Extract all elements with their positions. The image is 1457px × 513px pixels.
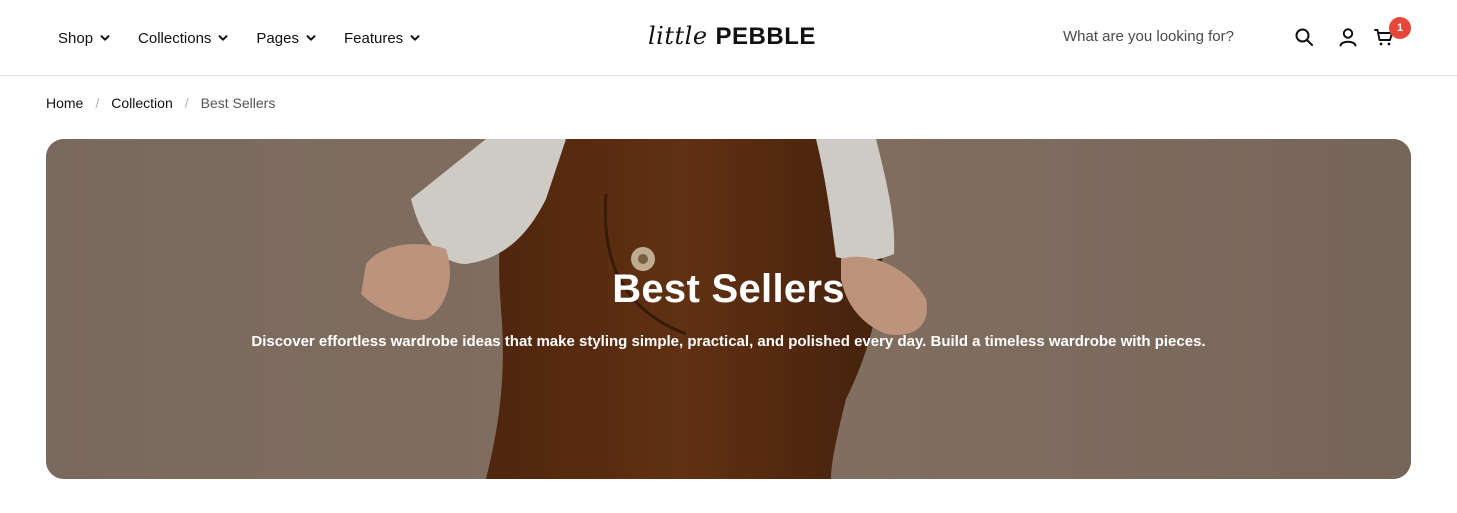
cart-count-badge: 1: [1389, 17, 1411, 39]
nav-item-collections[interactable]: Collections: [138, 30, 228, 47]
main-nav: Shop Collections Pages Features: [58, 0, 448, 76]
nav-item-features[interactable]: Features: [344, 30, 420, 47]
hero-title: Best Sellers: [612, 267, 845, 311]
site-logo[interactable]: little PEBBLE: [648, 22, 816, 54]
nav-label: Pages: [256, 29, 299, 47]
search-input[interactable]: What are you looking for?: [1063, 28, 1234, 45]
nav-item-shop[interactable]: Shop: [58, 30, 110, 47]
site-header: Shop Collections Pages Features little P: [0, 0, 1457, 76]
nav-label: Shop: [58, 29, 94, 47]
breadcrumb-current: Best Sellers: [200, 95, 276, 111]
nav-label: Features: [343, 29, 404, 47]
account-icon[interactable]: [1337, 26, 1359, 48]
breadcrumb-home[interactable]: Home: [46, 95, 83, 111]
nav-item-pages[interactable]: Pages: [256, 30, 316, 47]
chevron-down-icon: [218, 33, 228, 43]
logo-bold-text: PEBBLE: [715, 23, 816, 50]
chevron-down-icon: [306, 33, 316, 43]
breadcrumb-separator: /: [95, 95, 100, 111]
hero-banner: Best Sellers Discover effortless wardrob…: [46, 139, 1411, 479]
breadcrumb: Home / Collection / Best Sellers: [46, 95, 275, 111]
nav-label: Collections: [138, 29, 212, 47]
breadcrumb-separator: /: [184, 95, 189, 111]
chevron-down-icon: [410, 33, 420, 43]
search-icon[interactable]: [1293, 26, 1315, 48]
logo-script-text: little: [648, 22, 708, 50]
chevron-down-icon: [100, 33, 110, 43]
breadcrumb-collection[interactable]: Collection: [111, 95, 172, 111]
hero-subtitle: Discover effortless wardrobe ideas that …: [251, 333, 1206, 350]
